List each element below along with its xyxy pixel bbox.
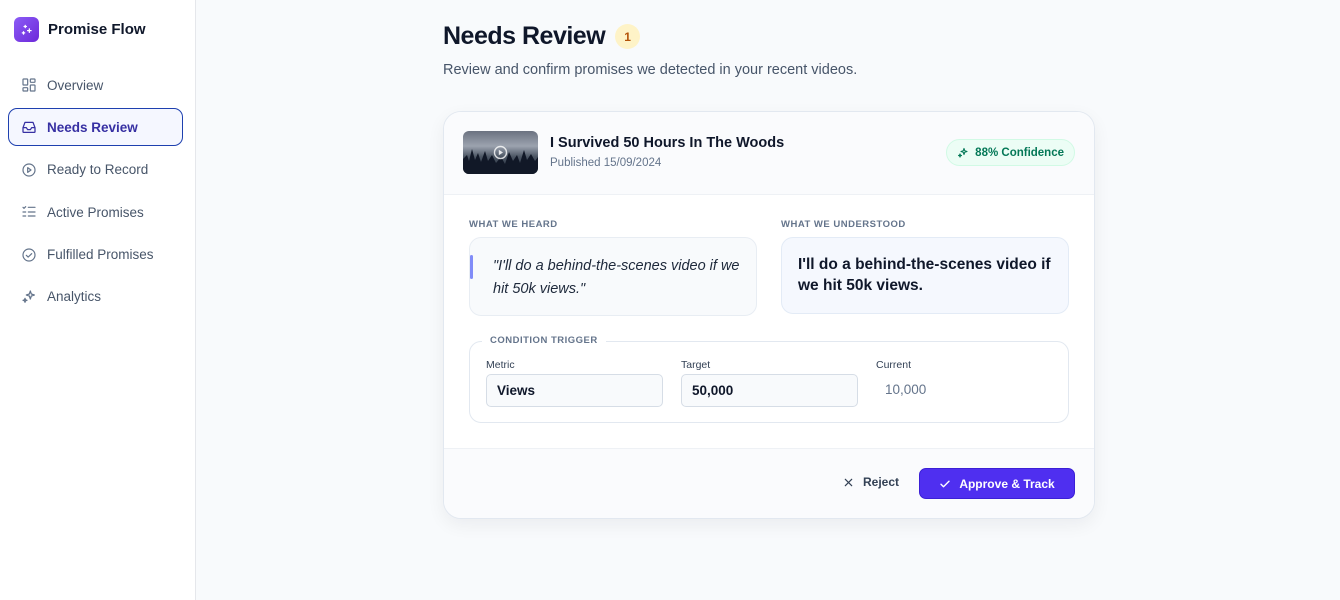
list-check-icon (21, 204, 37, 220)
metric-label: Metric (486, 359, 515, 371)
current-value: 10,000 (885, 382, 927, 397)
sparkles-icon (957, 147, 969, 159)
condition-trigger: CONDITION TRIGGER Metric Views Target 50… (469, 335, 1069, 423)
reject-label: Reject (863, 475, 900, 489)
check-icon (939, 478, 951, 490)
video-title: I Survived 50 Hours In The Woods (550, 135, 785, 151)
brand[interactable]: Promise Flow (14, 17, 146, 42)
sidebar-item-needs-review[interactable]: Needs Review (8, 108, 183, 147)
card-header: I Survived 50 Hours In The Woods Publish… (444, 112, 1094, 195)
count-badge: 1 (615, 24, 641, 49)
sparkles-icon (21, 289, 37, 305)
confidence-badge: 88% Confidence (946, 139, 1075, 166)
understood-summary: I'll do a behind-the-scenes video if we … (781, 237, 1069, 314)
sidebar-item-ready-to-record[interactable]: Ready to Record (8, 151, 183, 189)
main-content: Needs Review 1 Review and confirm promis… (196, 0, 1340, 600)
understood-text: I'll do a behind-the-scenes video if we … (798, 256, 1051, 294)
condition-label: CONDITION TRIGGER (482, 335, 606, 346)
video-thumbnail[interactable] (463, 131, 538, 174)
sidebar-item-label: Fulfilled Promises (47, 247, 154, 263)
promise-review-card: I Survived 50 Hours In The Woods Publish… (443, 111, 1095, 519)
grid-icon (21, 77, 37, 93)
play-icon (493, 145, 508, 160)
reject-button[interactable]: Reject (843, 475, 899, 489)
close-icon (843, 477, 854, 488)
current-label: Current (876, 359, 912, 371)
card-footer: Reject Approve & Track (444, 448, 1094, 518)
sidebar-item-active-promises[interactable]: Active Promises (8, 193, 183, 231)
sidebar-item-overview[interactable]: Overview (8, 66, 183, 104)
sidebar-item-label: Overview (47, 77, 104, 93)
sidebar-item-label: Analytics (47, 289, 102, 305)
sidebar-item-label: Needs Review (47, 119, 138, 135)
heard-quote: "I'll do a behind-the-scenes video if we… (469, 237, 757, 316)
check-circle-icon (21, 247, 37, 263)
approve-track-button[interactable]: Approve & Track (919, 468, 1075, 499)
page-header: Needs Review 1 Review and confirm promis… (443, 22, 857, 78)
sidebar-item-label: Ready to Record (47, 162, 149, 178)
understood-label: WHAT WE UNDERSTOOD (781, 219, 906, 230)
target-field[interactable]: 50,000 (681, 374, 858, 407)
heard-label: WHAT WE HEARD (469, 219, 558, 230)
play-circle-icon (21, 162, 37, 178)
quote-accent-bar (470, 255, 473, 279)
metric-field[interactable]: Views (486, 374, 663, 407)
confidence-text: 88% Confidence (975, 146, 1064, 159)
sidebar-item-analytics[interactable]: Analytics (8, 278, 183, 316)
page-title: Needs Review (443, 22, 606, 50)
app-name: Promise Flow (48, 21, 146, 38)
published-date: Published 15/09/2024 (550, 157, 662, 169)
sidebar-nav: Overview Needs Review Ready to Record Ac… (8, 66, 183, 320)
sparkles-logo-icon (14, 17, 39, 42)
inbox-icon (21, 119, 37, 135)
sidebar: Promise Flow Overview Needs Review Ready… (0, 0, 196, 600)
approve-label: Approve & Track (959, 476, 1055, 491)
page-subtitle: Review and confirm promises we detected … (443, 62, 858, 78)
target-label: Target (681, 359, 711, 371)
heard-text: "I'll do a behind-the-scenes video if we… (493, 258, 740, 297)
sidebar-item-fulfilled-promises[interactable]: Fulfilled Promises (8, 236, 183, 274)
sidebar-item-label: Active Promises (47, 204, 144, 220)
